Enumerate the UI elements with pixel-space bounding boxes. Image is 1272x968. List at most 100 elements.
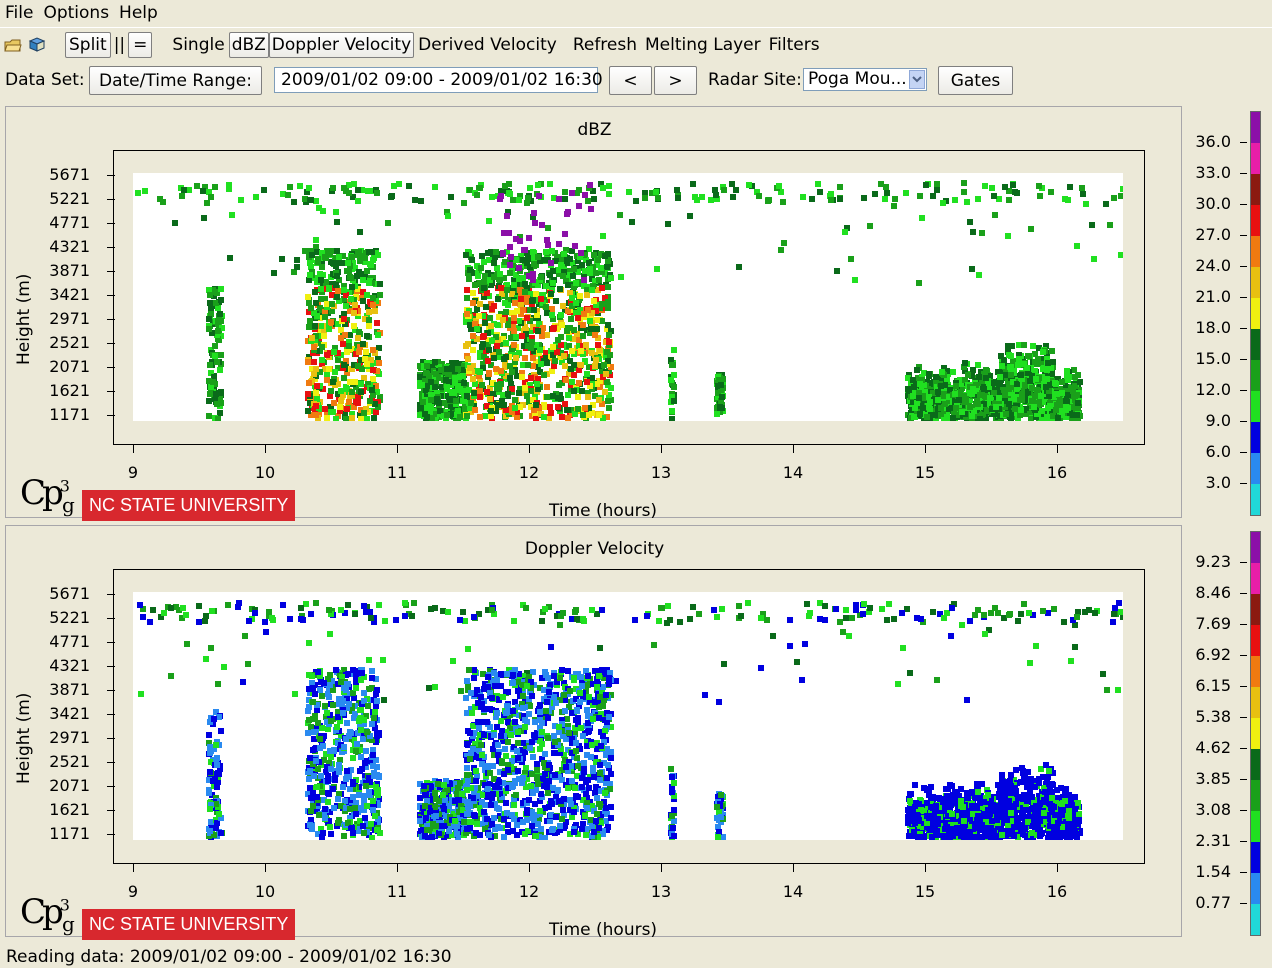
heatmap-cell <box>981 386 987 392</box>
heatmap-cell <box>376 360 382 366</box>
heatmap-cell <box>366 789 372 795</box>
heatmap-cell <box>602 389 608 395</box>
heatmap-cell <box>1018 372 1024 378</box>
heatmap-cell <box>578 250 584 256</box>
heatmap-cell <box>548 260 554 266</box>
heatmap-cell <box>776 183 782 189</box>
single-tab[interactable]: Single <box>168 35 228 55</box>
heatmap-cell <box>377 292 383 298</box>
next-button[interactable]: > <box>654 66 697 95</box>
heatmap-cell <box>313 758 319 764</box>
book-icon[interactable] <box>28 36 46 54</box>
heatmap-cell <box>322 254 328 260</box>
date-time-range-button[interactable]: Date/Time Range: <box>89 66 262 95</box>
heatmap-cell <box>975 401 981 407</box>
heatmap-cell <box>340 784 346 790</box>
heatmap-cell <box>364 729 370 735</box>
split-button[interactable]: Split <box>65 32 111 58</box>
gates-button[interactable]: Gates <box>938 66 1013 95</box>
heatmap-cell <box>525 255 531 261</box>
heatmap-cell <box>1015 362 1021 368</box>
heatmap-cell <box>1019 397 1025 403</box>
menu-help[interactable]: Help <box>114 3 163 23</box>
dbz-button[interactable]: dBZ <box>228 32 269 58</box>
y-tick-mark <box>107 295 115 296</box>
heatmap-cell <box>342 332 348 338</box>
heatmap-cell <box>535 182 541 188</box>
heatmap-cell <box>457 617 463 623</box>
heatmap-cell <box>417 795 423 801</box>
y-tick-mark <box>107 223 115 224</box>
refresh-tab[interactable]: Refresh <box>569 35 641 55</box>
heatmap-cell <box>314 313 320 319</box>
heatmap-cell <box>465 356 471 362</box>
x-tick-mark <box>925 445 926 453</box>
prev-button[interactable]: < <box>609 66 652 95</box>
heatmap-cell <box>531 210 537 216</box>
y-tick-mark <box>107 199 115 200</box>
heatmap-cell <box>545 242 551 248</box>
heatmap-cell <box>477 394 483 400</box>
heatmap-cell <box>1054 402 1060 408</box>
filters-tab[interactable]: Filters <box>765 35 824 55</box>
heatmap-cell <box>669 408 675 414</box>
heatmap-cell <box>1044 414 1050 420</box>
heatmap-cell <box>320 208 326 214</box>
heatmap-cell <box>343 776 349 782</box>
heatmap-cell <box>503 354 509 360</box>
heatmap-cell <box>733 187 739 193</box>
equal-button[interactable]: = <box>128 32 153 58</box>
heatmap-cell <box>516 390 522 396</box>
melting-layer-tab[interactable]: Melting Layer <box>641 35 765 55</box>
heatmap-cell <box>632 617 638 623</box>
heatmap-cell <box>538 274 544 280</box>
heatmap-cell <box>584 379 590 385</box>
heatmap-cell <box>787 617 793 623</box>
heatmap-cell <box>218 352 224 358</box>
heatmap-cell <box>1008 372 1014 378</box>
heatmap-cell <box>424 827 430 833</box>
heatmap-cell <box>671 384 677 390</box>
menu-options[interactable]: Options <box>38 3 114 23</box>
radar-site-select[interactable]: Poga Mou... <box>803 68 927 91</box>
heatmap-cell <box>354 273 360 279</box>
heatmap-cell <box>452 375 458 381</box>
heatmap-cell <box>516 197 522 203</box>
heatmap-cell <box>486 218 492 224</box>
heatmap-cell <box>766 197 772 203</box>
heatmap-cell <box>326 326 332 332</box>
heatmap-cell <box>1009 343 1015 349</box>
heatmap-cell <box>867 605 873 611</box>
parallel-toggle[interactable]: || <box>111 35 128 55</box>
heatmap-cell <box>533 402 539 408</box>
menu-file[interactable]: File <box>0 3 38 23</box>
heatmap-cell <box>377 281 383 287</box>
heatmap-cell <box>694 197 700 203</box>
heatmap-cell <box>317 271 323 277</box>
heatmap-cell <box>349 389 355 395</box>
heatmap-cell <box>575 406 581 412</box>
heatmap-cell <box>311 344 317 350</box>
heatmap-cell <box>585 307 591 313</box>
chevron-down-icon[interactable] <box>909 70 925 89</box>
heatmap-cell <box>996 395 1002 401</box>
heatmap-cell <box>587 266 593 272</box>
heatmap-cell <box>306 672 312 678</box>
derived-velocity-tab[interactable]: Derived Velocity <box>414 35 561 55</box>
heatmap-cell <box>509 369 515 375</box>
heatmap-cell <box>334 273 340 279</box>
heatmap-cell <box>895 681 901 687</box>
heatmap-cell <box>597 645 603 651</box>
date-range-field[interactable]: 2009/01/02 09:00 - 2009/01/02 16:30 <box>274 67 603 93</box>
heatmap-cell <box>445 609 451 615</box>
heatmap-cell <box>137 602 143 608</box>
heatmap-cell <box>458 688 464 694</box>
heatmap-cell <box>385 220 391 226</box>
open-folder-icon[interactable] <box>4 36 22 54</box>
heatmap-cell <box>356 349 362 355</box>
heatmap-cell <box>668 377 674 383</box>
heatmap-cell <box>216 811 222 817</box>
heatmap-cell <box>592 363 598 369</box>
doppler-velocity-button[interactable]: Doppler Velocity <box>268 32 415 58</box>
heatmap-cell <box>333 209 339 215</box>
